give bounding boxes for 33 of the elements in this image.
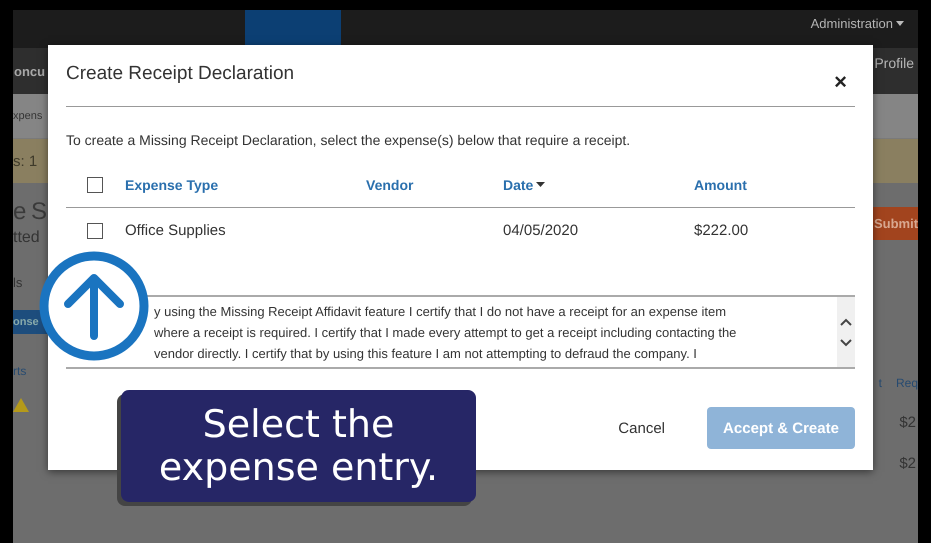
scroll-down-icon[interactable] <box>840 338 852 346</box>
warning-icon <box>13 398 29 412</box>
table-cell-text: Office Supplies <box>125 222 227 239</box>
column-header[interactable]: Amount <box>694 176 814 192</box>
table-cell-text: $222.00 <box>694 222 750 239</box>
column-header: Req <box>896 376 918 390</box>
profile-link[interactable]: Profile <box>874 55 914 71</box>
row-checkbox[interactable] <box>87 222 103 238</box>
select-all-checkbox[interactable] <box>87 176 103 192</box>
close-button[interactable]: × <box>834 68 855 94</box>
cancel-button[interactable]: Cancel <box>612 418 671 438</box>
column-header: t <box>878 376 882 390</box>
dialog-title: Create Receipt Declaration <box>66 62 294 84</box>
logo-text: oncu <box>14 64 46 78</box>
column-header[interactable]: Vendor <box>366 176 503 192</box>
column-header[interactable]: Date <box>503 176 694 192</box>
alert-count: s: 1 <box>13 152 38 170</box>
affidavit-text[interactable]: y using the Missing Receipt Affidavit feature I certify that I do not have a receipt for an expense item where a receipt is required. I certify that I made every attempt to get a receipt including contacting the vendor directly. I certify that by using this feature I am not attempting to defraud the company. I <box>154 301 827 364</box>
callout-banner: Select the expense entry. <box>121 390 476 502</box>
instruction-text: To create a Missing Receipt Declaration, select the expense(s) below that require a receipt. <box>66 132 632 148</box>
column-header: rts <box>13 364 26 378</box>
submit-button[interactable]: Submit <box>872 207 918 240</box>
report-tab[interactable]: xpens <box>13 110 42 122</box>
column-header[interactable]: Expense Type <box>125 176 366 192</box>
table-cell-text: 04/05/2020 <box>503 222 580 239</box>
scrollbar[interactable] <box>837 297 855 367</box>
report-status: tted <box>13 229 40 247</box>
caret-icon <box>896 21 904 26</box>
administration-menu[interactable]: Administration <box>810 10 918 31</box>
scroll-up-icon[interactable] <box>840 318 852 326</box>
amount-cell-text: $2 <box>899 414 917 431</box>
nav-tab[interactable] <box>245 10 341 48</box>
amount-cell-text: $2 <box>899 455 917 472</box>
